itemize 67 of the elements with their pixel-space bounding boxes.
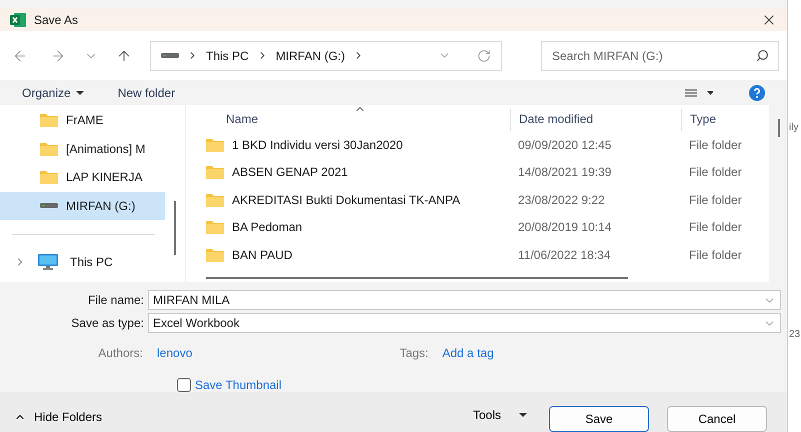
- search-icon: [756, 48, 769, 62]
- file-name[interactable]: BA Pedoman: [232, 220, 302, 234]
- sidebar-item[interactable]: FrAME: [0, 106, 165, 135]
- sidebar-item[interactable]: LAP KINERJA: [0, 163, 165, 192]
- sidebar-item[interactable]: [Animations] M: [0, 134, 165, 164]
- help-icon[interactable]: [749, 84, 765, 101]
- monitor-icon: [38, 254, 58, 270]
- scrollbar-thumb[interactable]: [206, 277, 628, 280]
- authors-link[interactable]: lenovo: [157, 346, 192, 360]
- type-cell-text: File folder: [688, 165, 743, 180]
- breadcrumb-item[interactable]: MIRFAN (G:): [276, 48, 346, 63]
- date-cell-text: 14/08/2021 19:39: [517, 165, 612, 180]
- caret-icon: [519, 413, 527, 417]
- file-name[interactable]: BAN PAUD: [232, 248, 292, 262]
- scrollbar-thumb[interactable]: [174, 201, 176, 256]
- background-text: 23: [788, 329, 801, 340]
- caret-icon: [76, 90, 84, 95]
- field-label: Authors:: [97, 346, 143, 360]
- folder-icon: [206, 248, 224, 262]
- file-name-field[interactable]: MIRFAN MILA: [148, 290, 781, 310]
- date-cell-text: 11/06/2022 18:34: [517, 248, 612, 262]
- breadcrumb-item[interactable]: This PC: [206, 48, 249, 63]
- organize-menu[interactable]: Organize: [22, 86, 84, 100]
- folder-icon: [206, 220, 224, 234]
- type-cell-text: File folder: [688, 138, 743, 152]
- folder-icon: [206, 165, 224, 180]
- new-folder-button[interactable]: New folder: [118, 86, 176, 100]
- window-title: Save As: [34, 12, 80, 27]
- save-thumbnail-label[interactable]: Save Thumbnail: [195, 378, 282, 392]
- folder-icon: [206, 138, 224, 152]
- search-field[interactable]: Search MIRFAN (G:): [541, 40, 779, 71]
- checkbox[interactable]: [177, 378, 191, 392]
- date-cell-text: 09/09/2020 12:45: [517, 138, 612, 152]
- add-tag-link[interactable]: Add a tag: [442, 346, 494, 360]
- sidebar-item[interactable]: MIRFAN (G:): [0, 192, 165, 220]
- field-label: Save as type:: [70, 316, 144, 330]
- spreadsheet-app-icon: [10, 12, 26, 27]
- file-name[interactable]: 1 BKD Individu versi 30Jan2020: [232, 138, 403, 152]
- file-name[interactable]: AKREDITASI Bukti Dokumentasi TK-ANPA: [232, 192, 460, 207]
- refresh-icon[interactable]: [477, 48, 491, 63]
- hide-folders-button[interactable]: Hide Folders: [14, 406, 102, 424]
- view-menu-icon[interactable]: [685, 88, 713, 97]
- date-cell-text: 20/08/2019 10:14: [517, 220, 612, 234]
- field-label: Tags:: [398, 346, 428, 360]
- save-button[interactable]: Save: [549, 406, 649, 432]
- column-header[interactable]: Date modified: [510, 109, 681, 132]
- scrollbar-thumb[interactable]: [778, 119, 780, 138]
- address-bar[interactable]: This PC MIRFAN (G:): [150, 40, 502, 71]
- folder-icon: [206, 192, 224, 207]
- type-cell-text: File folder: [688, 248, 743, 262]
- sidebar-item[interactable]: This PC: [70, 255, 113, 270]
- column-header[interactable]: Name: [226, 109, 510, 132]
- field-label: File name:: [86, 293, 144, 307]
- drive-icon: [161, 52, 179, 59]
- type-cell-text: File folder: [688, 192, 743, 207]
- file-name[interactable]: ABSEN GENAP 2021: [232, 165, 348, 180]
- background-text: ily: [788, 122, 800, 133]
- type-cell-text: File folder: [688, 220, 743, 234]
- folder-icon: [40, 142, 58, 156]
- folder-icon: [40, 113, 58, 128]
- tools-menu[interactable]: Tools: [472, 406, 527, 422]
- cancel-button[interactable]: Cancel: [667, 406, 767, 432]
- column-header[interactable]: Type: [681, 109, 761, 132]
- folder-icon: [40, 170, 58, 184]
- drive-icon: [40, 202, 58, 209]
- date-cell-text: 23/08/2022 9:22: [517, 192, 606, 207]
- file-type-dropdown[interactable]: Excel Workbook: [148, 313, 781, 333]
